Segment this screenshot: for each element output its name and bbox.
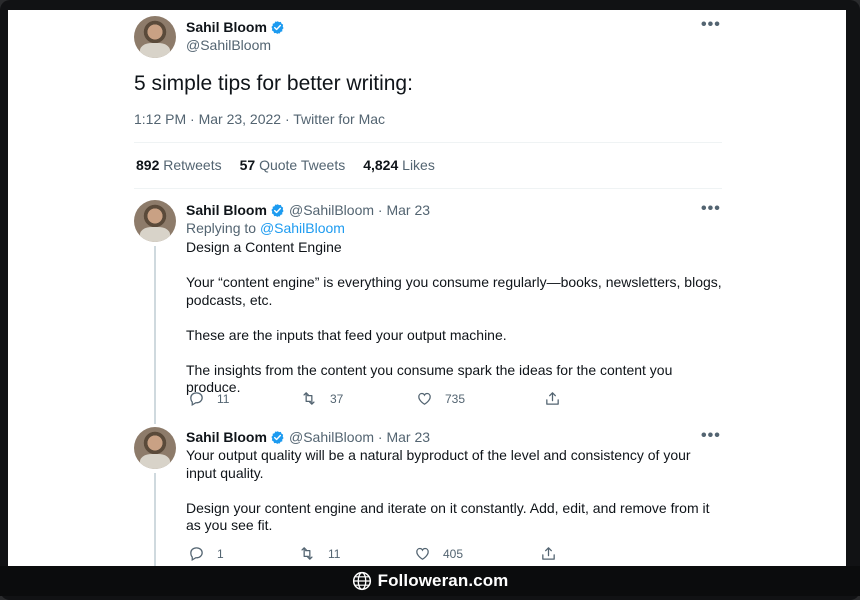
reply-actions: 11 37 735: [188, 390, 561, 407]
share-icon: [546, 392, 559, 405]
thread-line: [154, 473, 156, 568]
reply-avatar[interactable]: [134, 200, 176, 242]
tweet-timestamp[interactable]: 1:12 PM · Mar 23, 2022 · Twitter for Mac: [134, 111, 385, 127]
retweets-stat[interactable]: 892 Retweets: [136, 157, 222, 173]
share-button[interactable]: [540, 545, 557, 562]
reply-author-name[interactable]: Sahil Bloom: [186, 202, 267, 218]
retweet-button[interactable]: 11: [298, 545, 414, 562]
watermark-brand: Followeran.com: [352, 571, 509, 591]
reply-handle-date[interactable]: @SahilBloom · Mar 23: [289, 202, 430, 218]
verified-badge-icon: [271, 430, 284, 445]
reply-text: Your output quality will be a natural by…: [186, 447, 710, 533]
divider: [134, 188, 722, 189]
reply-icon: [190, 392, 203, 407]
reply-actions: 1 11 405: [188, 545, 557, 562]
verified-badge-icon: [271, 20, 284, 35]
tweet-stats: 892 Retweets 57 Quote Tweets 4,824 Likes: [136, 157, 435, 173]
author-name[interactable]: Sahil Bloom: [186, 19, 267, 35]
reply-handle-date[interactable]: @SahilBloom · Mar 23: [289, 429, 430, 445]
author-avatar[interactable]: [134, 16, 176, 58]
reply-icon: [190, 547, 203, 562]
retweet-icon: [303, 392, 315, 405]
more-options-icon[interactable]: •••: [701, 427, 721, 445]
retweet-count: 11: [328, 546, 341, 561]
heart-icon: [418, 392, 431, 405]
watermark-bar: Followeran.com: [0, 566, 860, 596]
author-handle[interactable]: @SahilBloom: [186, 37, 271, 53]
more-options-icon[interactable]: •••: [701, 16, 721, 34]
share-icon: [542, 547, 555, 560]
share-button[interactable]: [544, 390, 561, 407]
reply-avatar[interactable]: [134, 427, 176, 469]
replying-to: Replying to @SahilBloom: [186, 220, 345, 236]
tweet-text: 5 simple tips for better writing:: [134, 72, 413, 95]
thread-line: [154, 246, 156, 424]
likes-stat[interactable]: 4,824 Likes: [363, 157, 435, 173]
globe-icon: [352, 571, 371, 591]
watermark-text: Followeran.com: [377, 571, 509, 590]
replying-to-link[interactable]: @SahilBloom: [260, 220, 345, 236]
more-options-icon[interactable]: •••: [701, 200, 721, 218]
reply-count: 11: [217, 391, 230, 406]
like-button[interactable]: 405: [414, 545, 540, 562]
retweet-count: 37: [330, 391, 344, 406]
device-frame: Sahil Bloom @SahilBloom ••• 5 simple tip…: [0, 0, 860, 600]
reply-button[interactable]: 1: [188, 545, 298, 562]
reply-author-name[interactable]: Sahil Bloom: [186, 429, 267, 445]
reply-button[interactable]: 11: [188, 390, 300, 407]
verified-badge-icon: [271, 203, 284, 218]
reply-text: Design a Content Engine Your “content en…: [186, 239, 722, 395]
retweet-icon: [301, 547, 313, 560]
like-count: 735: [445, 391, 466, 406]
like-button[interactable]: 735: [416, 390, 544, 407]
retweet-button[interactable]: 37: [300, 390, 416, 407]
reply-count: 1: [217, 546, 224, 561]
quote-tweets-stat[interactable]: 57 Quote Tweets: [240, 157, 346, 173]
like-count: 405: [443, 546, 464, 561]
divider: [134, 142, 722, 143]
heart-icon: [416, 547, 429, 560]
tweet-screen: Sahil Bloom @SahilBloom ••• 5 simple tip…: [8, 10, 846, 568]
